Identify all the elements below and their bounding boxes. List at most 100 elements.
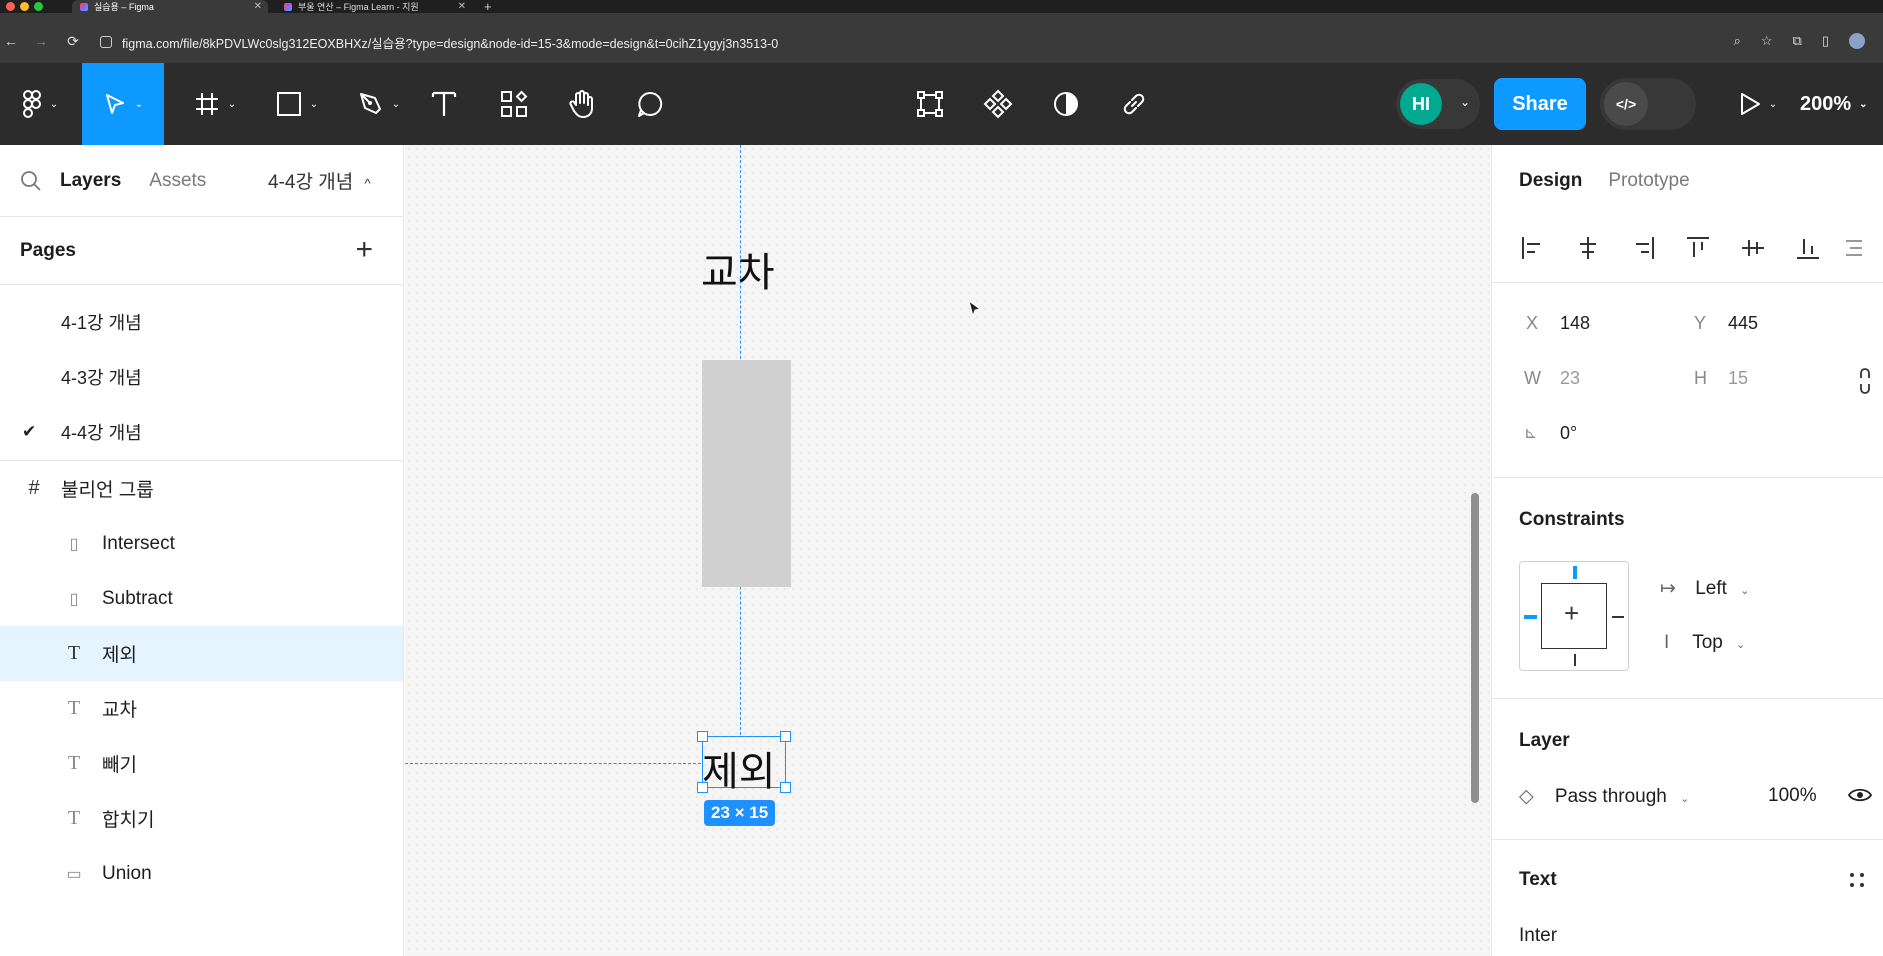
page-item[interactable]: 4-1강 개념 xyxy=(0,294,403,349)
design-canvas[interactable]: 교차 제외 23 × 15 xyxy=(405,145,1490,956)
rotation-field[interactable]: ⊾ 0° xyxy=(1492,423,1652,453)
forward-icon[interactable]: → xyxy=(32,33,50,49)
url-field[interactable]: figma.com/file/8kPDVLWc0slg312EOXBHXz/실습… xyxy=(100,31,1800,53)
align-bottom-icon[interactable] xyxy=(1793,233,1823,263)
comment-tool-button[interactable] xyxy=(630,63,670,145)
x-position-field[interactable]: X 148 xyxy=(1492,313,1652,343)
x-label: X xyxy=(1526,313,1539,333)
site-info-icon[interactable] xyxy=(100,36,112,48)
minimize-window-icon[interactable] xyxy=(20,2,29,11)
copy-link-button[interactable] xyxy=(1114,63,1154,145)
layer-row[interactable]: T 빼기 xyxy=(0,736,403,791)
distribute-icon[interactable] xyxy=(1842,233,1872,263)
tab-layers[interactable]: Layers xyxy=(60,170,121,192)
create-component-button[interactable] xyxy=(978,63,1018,145)
sidepanel-icon[interactable]: ▯ xyxy=(1822,33,1829,49)
current-page-dropdown[interactable]: 4-4강 개념 ^ xyxy=(268,167,371,194)
horizontal-constraint-dropdown[interactable]: ↦ Left ⌄ xyxy=(1660,577,1749,600)
constrain-proportions-icon[interactable] xyxy=(1858,367,1872,395)
close-tab-icon[interactable]: ✕ xyxy=(458,1,466,12)
code-icon: </> xyxy=(1604,82,1648,126)
constraints-widget[interactable]: + xyxy=(1519,561,1629,671)
hand-tool-button[interactable] xyxy=(562,63,602,145)
layer-row-selected[interactable]: T 제외 xyxy=(0,626,403,681)
eye-icon[interactable] xyxy=(1848,787,1872,803)
move-tool-icon xyxy=(105,94,124,114)
tab-title: 실습용 – Figma xyxy=(94,2,154,12)
y-position-field[interactable]: Y 445 xyxy=(1662,313,1822,343)
edit-object-button[interactable] xyxy=(910,63,950,145)
browser-tab-learn[interactable]: 부울 연산 – Figma Learn - 지원 ✕ xyxy=(276,0,472,13)
y-value: 445 xyxy=(1728,313,1759,333)
canvas-rectangle[interactable] xyxy=(702,360,791,587)
page-item[interactable]: 4-3강 개념 xyxy=(0,349,403,404)
resize-handle-sw[interactable] xyxy=(697,782,708,793)
search-icon[interactable] xyxy=(20,170,42,192)
move-tool-button[interactable]: ⌄ xyxy=(82,63,164,145)
layer-label: Intersect xyxy=(102,532,175,554)
add-page-icon[interactable]: + xyxy=(355,233,373,267)
maximize-window-icon[interactable] xyxy=(34,2,43,11)
reload-icon[interactable]: ⟳ xyxy=(64,33,82,50)
align-horizontal-center-icon[interactable] xyxy=(1573,233,1603,263)
rectangle-icon: ▯ xyxy=(69,590,79,608)
opacity-value: 100% xyxy=(1768,785,1817,806)
dev-mode-toggle[interactable]: </> xyxy=(1600,78,1696,130)
browser-tab-figma[interactable]: 실습용 – Figma ✕ xyxy=(72,0,268,13)
text-tool-button[interactable] xyxy=(424,63,464,145)
zoom-label: 200% xyxy=(1800,92,1852,115)
layer-row[interactable]: ▯ Intersect xyxy=(0,516,403,571)
page-item-current[interactable]: ✔ 4-4강 개념 xyxy=(0,404,403,459)
constraint-center-icon[interactable]: + xyxy=(1564,600,1579,626)
vertical-scrollbar[interactable] xyxy=(1471,493,1479,803)
resources-button[interactable] xyxy=(494,63,534,145)
main-menu-button[interactable]: ⌄ xyxy=(0,63,80,145)
align-top-icon[interactable] xyxy=(1683,233,1713,263)
text-tool-icon xyxy=(431,91,457,116)
mouse-cursor-icon xyxy=(968,300,982,318)
align-left-icon[interactable] xyxy=(1518,233,1548,263)
user-avatar[interactable]: HI xyxy=(1400,83,1442,125)
constraint-left-marker[interactable] xyxy=(1524,615,1537,619)
pen-tool-button[interactable]: ⌄ xyxy=(344,63,414,145)
back-icon[interactable]: ← xyxy=(2,33,20,49)
blend-mode-dropdown[interactable]: ◇ Pass through ⌄ xyxy=(1519,785,1689,808)
zoom-menu[interactable]: 200% ⌄ xyxy=(1800,63,1868,145)
tab-prototype[interactable]: Prototype xyxy=(1608,170,1689,192)
layer-row[interactable]: ▯ Subtract xyxy=(0,571,403,626)
layer-row[interactable]: # 불리언 그룹 xyxy=(0,461,403,516)
constraint-top-marker[interactable] xyxy=(1573,566,1577,579)
height-field[interactable]: H 15 xyxy=(1662,368,1822,398)
shape-tool-button[interactable]: ⌄ xyxy=(262,63,332,145)
layer-row[interactable]: T 합치기 xyxy=(0,791,403,846)
text-styles-icon[interactable] xyxy=(1848,871,1866,889)
bookmark-star-icon[interactable]: ☆ xyxy=(1761,33,1773,49)
layer-row[interactable]: ▭ Union xyxy=(0,846,403,901)
align-vertical-center-icon[interactable] xyxy=(1738,233,1768,263)
profile-icon[interactable] xyxy=(1849,33,1865,49)
tab-design[interactable]: Design xyxy=(1519,170,1582,192)
new-tab-icon[interactable]: + xyxy=(484,0,492,14)
width-field[interactable]: W 23 xyxy=(1492,368,1652,398)
resize-handle-se[interactable] xyxy=(780,782,791,793)
vertical-constraint-dropdown[interactable]: I Top ⌄ xyxy=(1660,632,1745,654)
font-family-dropdown[interactable]: Inter xyxy=(1519,925,1557,947)
frame-tool-button[interactable]: ⌄ xyxy=(180,63,250,145)
resize-handle-ne[interactable] xyxy=(780,731,791,742)
constraint-bottom-marker[interactable] xyxy=(1574,654,1576,666)
zoom-icon[interactable]: ⌕ xyxy=(1734,33,1741,49)
canvas-text-교차[interactable]: 교차 xyxy=(701,240,775,298)
layer-row[interactable]: T 교차 xyxy=(0,681,403,736)
close-tab-icon[interactable]: ✕ xyxy=(254,1,262,12)
close-window-icon[interactable] xyxy=(6,2,15,11)
opacity-field[interactable]: 100% xyxy=(1768,785,1817,807)
canvas-text-제외[interactable]: 제외 xyxy=(702,739,776,797)
mask-button[interactable] xyxy=(1046,63,1086,145)
constraint-right-marker[interactable] xyxy=(1612,616,1624,618)
present-button[interactable]: ⌄ xyxy=(1728,63,1788,145)
extensions-icon[interactable]: ⧉ xyxy=(1793,33,1802,49)
align-right-icon[interactable] xyxy=(1628,233,1658,263)
resize-handle-nw[interactable] xyxy=(697,731,708,742)
share-button[interactable]: Share xyxy=(1494,78,1586,130)
tab-assets[interactable]: Assets xyxy=(149,170,206,192)
